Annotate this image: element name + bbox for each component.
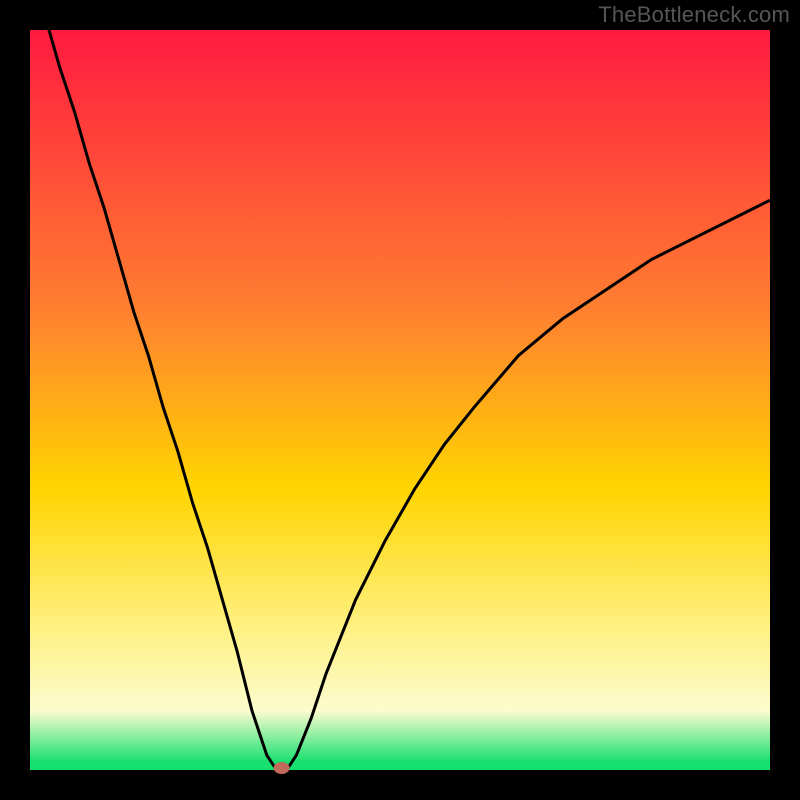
plot-area <box>30 30 770 770</box>
bottleneck-chart <box>0 0 800 800</box>
watermark-text: TheBottleneck.com <box>598 2 790 28</box>
chart-container: { "watermark": "TheBottleneck.com", "col… <box>0 0 800 800</box>
optimal-marker <box>274 762 290 774</box>
